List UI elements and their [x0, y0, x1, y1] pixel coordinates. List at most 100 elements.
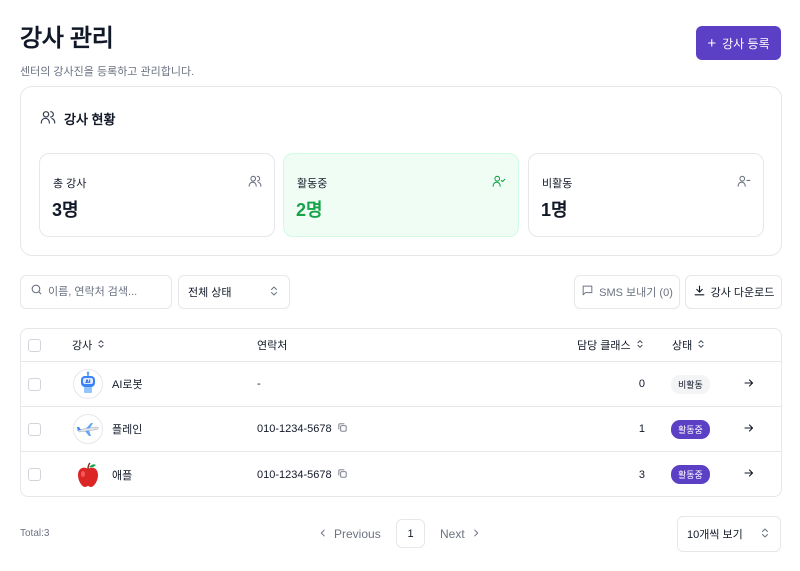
- classes-count: 1: [638, 423, 645, 435]
- download-instructors-button[interactable]: 강사 다운로드: [685, 275, 782, 309]
- column-header-classes[interactable]: 담당 클래스: [577, 329, 645, 361]
- total-count: Total:3: [20, 528, 50, 539]
- status-cell: 활동중: [671, 407, 710, 451]
- arrow-right-icon[interactable]: [743, 467, 755, 482]
- instructor-cell: AI AI로봇: [73, 362, 143, 406]
- stat-active: 활동중 2명: [283, 153, 519, 237]
- download-label: 강사 다운로드: [710, 287, 775, 299]
- status-badge: 활동중: [671, 465, 710, 484]
- add-instructor-button[interactable]: + 강사 등록: [696, 26, 781, 60]
- stat-total-label: 총 강사: [53, 178, 87, 190]
- classes-cell: 1: [581, 407, 645, 451]
- previous-page-button[interactable]: Previous: [318, 519, 381, 549]
- instructor-table: 강사 연락처 담당 클래스 상태 AI AI로봇 - 0 비활동 플레인 010…: [20, 328, 782, 497]
- row-checkbox[interactable]: [28, 377, 41, 391]
- contact-cell: 010-1234-5678: [257, 452, 348, 496]
- table-row[interactable]: 플레인 010-1234-5678 1 활동중: [21, 407, 781, 452]
- stats-card: 강사 현황 총 강사 3명 활동중 2명 비활동 1명: [20, 86, 782, 256]
- row-checkbox[interactable]: [28, 468, 41, 481]
- stat-inactive-value: 1명: [541, 200, 568, 220]
- contact-cell: 010-1234-5678: [257, 407, 348, 451]
- detail-cell: [743, 407, 755, 451]
- page-subtitle: 센터의 강사진을 등록하고 관리합니다.: [20, 66, 195, 78]
- row-checkbox[interactable]: [28, 422, 41, 436]
- status-badge: 활동중: [671, 419, 710, 439]
- sort-icon: [696, 339, 706, 352]
- stat-total-value: 3명: [52, 200, 79, 220]
- next-label: Next: [440, 527, 465, 541]
- column-header-instructor[interactable]: 강사: [72, 329, 106, 361]
- stats-title-label: 강사 현황: [64, 112, 116, 127]
- table-row[interactable]: AI AI로봇 - 0 비활동: [21, 362, 781, 407]
- plus-icon: +: [707, 34, 717, 52]
- row-select-cell: [28, 407, 41, 451]
- stat-inactive-label: 비활동: [542, 178, 573, 190]
- page-title: 강사 관리: [20, 25, 114, 52]
- column-label: 연락처: [257, 340, 288, 352]
- status-filter-value: 전체 상태: [188, 287, 232, 299]
- row-select-cell: [28, 452, 41, 496]
- page-size-value: 10개씩 보기: [687, 529, 743, 541]
- column-header-status[interactable]: 상태: [672, 329, 706, 361]
- search-box[interactable]: [20, 275, 172, 309]
- page-number-button[interactable]: 1: [396, 519, 425, 548]
- select-all-cell: [28, 329, 41, 361]
- instructor-cell: 애플: [73, 452, 133, 496]
- search-icon: [30, 283, 43, 301]
- contact-value: -: [257, 378, 261, 390]
- users-icon: [40, 109, 56, 128]
- column-label: 담당 클래스: [577, 340, 631, 352]
- detail-cell: [743, 362, 755, 406]
- airplane-avatar: [73, 414, 103, 444]
- column-label: 강사: [72, 340, 93, 352]
- message-icon: [581, 284, 594, 300]
- classes-count: 3: [638, 468, 645, 481]
- status-filter-select[interactable]: 전체 상태: [178, 275, 290, 309]
- user-check-icon: [492, 174, 506, 193]
- chevron-left-icon: [318, 527, 328, 541]
- contact-value: 010-1234-5678: [257, 468, 332, 481]
- arrow-right-icon[interactable]: [743, 422, 755, 437]
- apple-avatar: [73, 459, 103, 490]
- contact-cell: -: [257, 362, 261, 406]
- table-row[interactable]: 애플 010-1234-5678 3 활동중: [21, 452, 781, 496]
- arrow-right-icon[interactable]: [743, 377, 755, 392]
- chevron-up-down-icon: [759, 527, 771, 542]
- classes-cell: 0: [581, 362, 645, 406]
- stat-total: 총 강사 3명: [39, 153, 275, 237]
- select-all-checkbox[interactable]: [28, 338, 41, 352]
- copy-icon[interactable]: [337, 468, 348, 482]
- stat-active-label: 활동중: [297, 178, 328, 190]
- user-minus-icon: [737, 174, 751, 193]
- download-icon: [693, 284, 706, 300]
- instructor-name: 플레인: [112, 424, 143, 436]
- contact-value: 010-1234-5678: [257, 423, 332, 435]
- table-header: 강사 연락처 담당 클래스 상태: [21, 329, 781, 362]
- row-select-cell: [28, 362, 41, 406]
- instructor-name: AI로봇: [112, 379, 143, 391]
- stat-inactive: 비활동 1명: [528, 153, 764, 237]
- copy-icon[interactable]: [337, 422, 348, 436]
- users-icon: [248, 174, 262, 193]
- chevron-right-icon: [471, 527, 481, 541]
- page-header: 강사 관리 센터의 강사진을 등록하고 관리합니다.: [20, 18, 194, 79]
- status-badge: 비활동: [671, 374, 710, 394]
- svg-text:AI: AI: [85, 379, 90, 385]
- instructor-cell: 플레인: [73, 407, 142, 451]
- stats-title: 강사 현황: [40, 109, 115, 128]
- classes-cell: 3: [581, 452, 645, 496]
- status-cell: 비활동: [671, 362, 710, 406]
- status-cell: 활동중: [671, 452, 710, 496]
- column-header-contact: 연락처: [257, 329, 287, 361]
- classes-count: 0: [638, 378, 645, 390]
- search-input[interactable]: [48, 286, 168, 298]
- next-page-button[interactable]: Next: [440, 519, 481, 549]
- detail-cell: [743, 452, 755, 496]
- instructor-name: 애플: [112, 469, 133, 482]
- sort-icon: [96, 339, 106, 352]
- chevron-up-down-icon: [268, 285, 280, 300]
- page-size-select[interactable]: 10개씩 보기: [677, 516, 781, 552]
- previous-label: Previous: [334, 527, 381, 541]
- sms-send-button[interactable]: SMS 보내기 (0): [574, 275, 680, 309]
- sms-send-label: SMS 보내기 (0): [599, 287, 673, 299]
